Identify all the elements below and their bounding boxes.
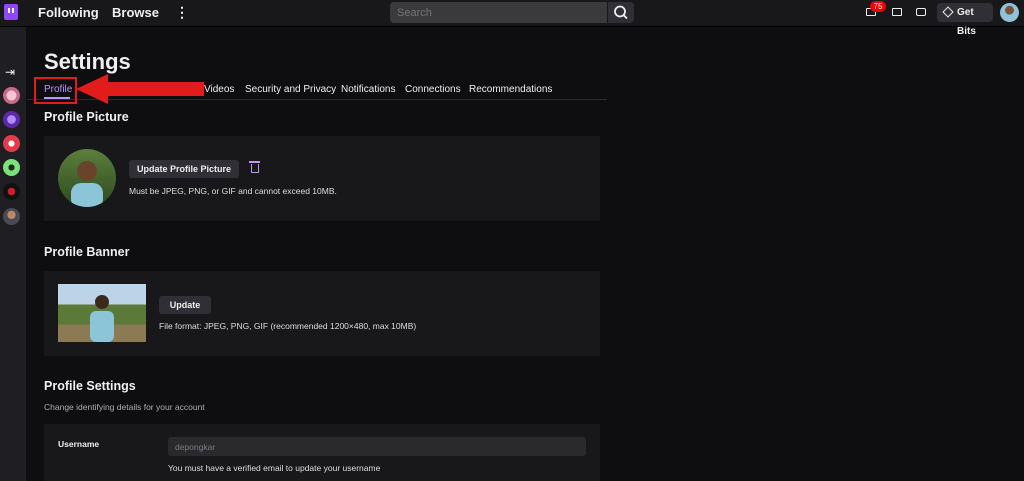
nav-following[interactable]: Following: [38, 5, 99, 20]
tab-connections[interactable]: Connections: [405, 84, 461, 95]
inbox-icon[interactable]: [892, 8, 902, 16]
annotation-arrow-icon: [76, 74, 204, 104]
tab-recommendations[interactable]: Recommendations: [469, 84, 552, 95]
username-hint: You must have a verified email to update…: [168, 463, 381, 473]
profile-settings-subtitle: Change identifying details for your acco…: [44, 402, 205, 412]
notification-badge: 75: [870, 1, 886, 12]
top-navigation-bar: Following Browse ⋮ 75 Get Bits: [0, 0, 1024, 37]
annotation-highlight-box: [34, 77, 77, 104]
section-title-profile-settings: Profile Settings: [44, 379, 136, 393]
username-field[interactable]: [168, 437, 586, 456]
followed-channel-avatar[interactable]: [3, 183, 20, 200]
search-button[interactable]: [608, 2, 634, 23]
bits-icon: [942, 6, 954, 18]
profile-picture-card: [44, 136, 600, 221]
update-profile-picture-button[interactable]: Update Profile Picture: [129, 160, 239, 178]
left-sidebar: ⇥: [0, 27, 26, 481]
nav-browse[interactable]: Browse: [112, 5, 159, 20]
followed-channel-avatar[interactable]: [3, 135, 20, 152]
search-icon: [614, 5, 628, 20]
profile-banner-hint: File format: JPEG, PNG, GIF (recommended…: [159, 321, 417, 331]
profile-banner-image: [58, 284, 146, 342]
user-avatar[interactable]: [1000, 3, 1019, 22]
section-title-profile-picture: Profile Picture: [44, 110, 129, 124]
profile-picture-hint: Must be JPEG, PNG, or GIF and cannot exc…: [129, 186, 337, 196]
expand-sidebar-icon[interactable]: ⇥: [5, 65, 15, 79]
username-label: Username: [58, 439, 100, 449]
section-title-profile-banner: Profile Banner: [44, 245, 130, 259]
tab-videos[interactable]: Videos: [204, 84, 234, 95]
profile-picture-image: [58, 149, 116, 207]
get-bits-button[interactable]: Get Bits: [937, 3, 993, 37]
followed-channel-avatar[interactable]: [3, 87, 20, 104]
search-input[interactable]: [390, 2, 607, 23]
followed-channel-avatar[interactable]: [3, 159, 20, 176]
update-banner-button[interactable]: Update: [159, 296, 211, 314]
followed-channel-avatar[interactable]: [3, 111, 20, 128]
trash-icon[interactable]: [249, 161, 260, 173]
whispers-icon[interactable]: [916, 8, 926, 16]
tab-security-and-privacy[interactable]: Security and Privacy: [245, 84, 336, 95]
get-bits-label: Get Bits: [957, 7, 976, 37]
twitch-logo-icon[interactable]: [4, 4, 18, 20]
more-options-icon[interactable]: ⋮: [175, 4, 189, 21]
followed-channel-avatar[interactable]: [3, 208, 20, 225]
tab-notifications[interactable]: Notifications: [341, 84, 395, 95]
